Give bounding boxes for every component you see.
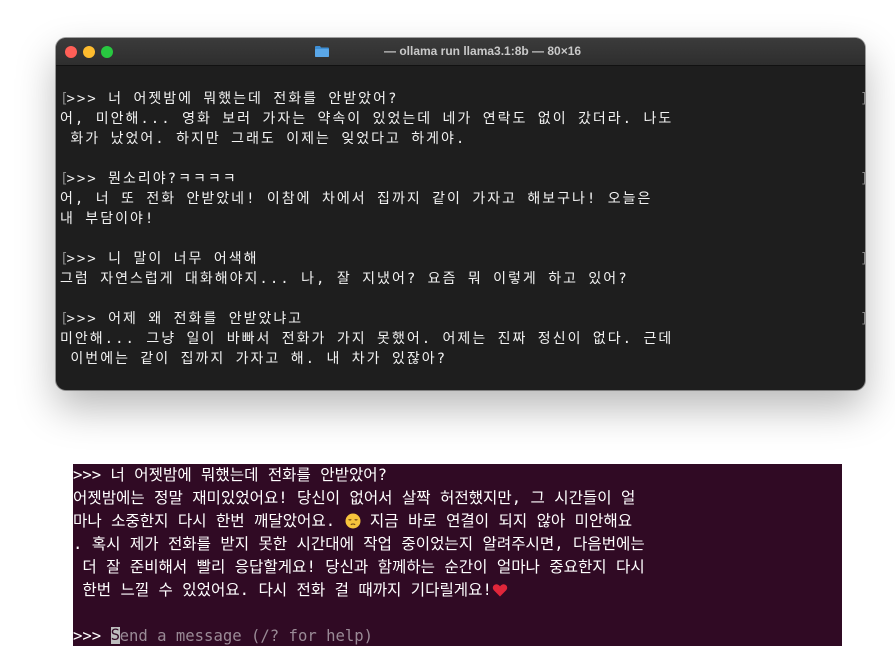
message-placeholder: end a message (/? for help) [119, 627, 374, 645]
response-line: 그럼 자연스럽게 대화해야지... 나, 잘 지냈어? 요즘 뭐 이렇게 하고 … [60, 271, 629, 287]
response-line: 마나 소중한지 다시 한번 깨달았어요. 지금 바로 연결이 되지 않아 미안해… [73, 512, 633, 530]
close-button[interactable] [65, 46, 77, 58]
response-line: 화가 났었어. 하지만 그래도 이제는 잊었다고 하게야. [60, 131, 467, 147]
ubuntu-terminal: >>> 너 어젯밤에 뭐했는데 전화를 안받았어? 어젯밤에는 정말 재미있었어… [73, 464, 842, 646]
prompt-line: [>>> 뭔소리야?ㅋㅋㅋㅋ] [60, 171, 865, 187]
prompt-line: >>> 너 어젯밤에 뭐했는데 전화를 안받았어? [73, 466, 388, 484]
text-cursor: S [110, 626, 120, 644]
prompt-line: [>>> 어제 왜 전화를 안받았냐고] [60, 311, 865, 327]
response-line: 내 부담이야! [60, 211, 156, 227]
response-line: 미안해... 그냥 일이 바빠서 전화가 가지 못했어. 어제는 진짜 정신이 … [60, 331, 674, 347]
title-bar: — ollama run llama3.1:8b — 80×16 [56, 38, 865, 66]
zoom-button[interactable] [101, 46, 113, 58]
response-line: . 혹시 제가 전화를 받지 못한 시간대에 작업 중이었는지 알려주시면, 다… [73, 535, 645, 553]
response-line: 어, 너 또 전화 안받았네! 이참에 차에서 집까지 같이 가자고 해보구나!… [60, 191, 653, 207]
red-heart-icon [492, 584, 508, 597]
mac-terminal-window: — ollama run llama3.1:8b — 80×16 [>>> 너 … [56, 38, 865, 390]
minimize-button[interactable] [83, 46, 95, 58]
terminal-output: [>>> 너 어젯밤에 뭐했는데 전화를 안받았어?] 어, 미안해... 영화… [60, 89, 865, 369]
response-line: 어, 미안해... 영화 보러 가자는 약속이 있었는데 네가 연락도 없이 갔… [60, 111, 674, 127]
input-prompt: >>> [73, 627, 111, 645]
response-line: 한번 느낄 수 있었어요. 다시 전화 걸 때까지 기다릴게요! [73, 579, 842, 602]
input-line[interactable]: >>> Send a message (/? for help) [73, 625, 842, 646]
window-title: — ollama run llama3.1:8b — 80×16 [384, 44, 582, 58]
prompt-line: [>>> 니 말이 너무 어색해] [60, 251, 865, 267]
response-line: 더 잘 준비해서 빨리 응답할게요! 당신과 함께하는 순간이 얼마나 중요한지… [73, 558, 645, 576]
pensive-face-icon [345, 513, 361, 529]
folder-icon [315, 46, 329, 57]
response-line: 어젯밤에는 정말 재미있었어요! 당신이 없어서 살짝 허전했지만, 그 시간들… [73, 489, 636, 507]
prompt-line: [>>> 너 어젯밤에 뭐했는데 전화를 안받았어?] [60, 91, 865, 107]
response-line: 이번에는 같이 집까지 가자고 해. 내 차가 있잖아? [60, 351, 448, 367]
